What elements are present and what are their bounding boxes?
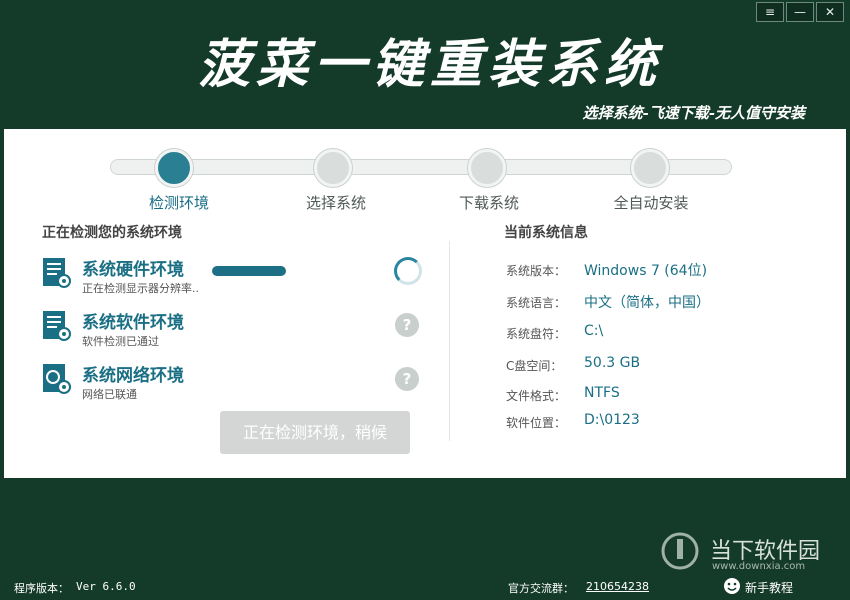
close-button[interactable]: ✕ [816, 2, 844, 22]
system-info-title: 当前系统信息 [504, 225, 588, 241]
env-name-hardware: 系统硬件环境 [82, 260, 184, 280]
step-dot-download [468, 149, 506, 187]
tutorial-link[interactable]: 新手教程 [745, 579, 793, 596]
smiley-icon [724, 578, 740, 594]
env-status-network: 网络已联通 [82, 388, 137, 401]
info-value-version: Windows 7 (64位) [584, 263, 708, 279]
info-label-drive: 系统盘符： [506, 327, 567, 341]
software-unknown-icon: ? [395, 313, 419, 337]
section-divider [449, 241, 450, 441]
version-value: Ver 6.6.0 [76, 580, 136, 593]
info-label-language: 系统语言： [506, 296, 567, 310]
step-label-download: 下载系统 [458, 194, 519, 212]
menu-button[interactable]: ≡ [756, 2, 784, 22]
slogan: 选择系统-飞速下载-无人值守安装 [582, 104, 805, 122]
step-dot-detect [155, 149, 193, 187]
step-dot-install [631, 149, 669, 187]
step-label-install: 全自动安装 [613, 194, 689, 212]
info-label-location: 软件位置： [506, 416, 567, 430]
info-value-language: 中文（简体，中国） [584, 295, 710, 311]
info-label-version: 系统版本： [506, 264, 567, 278]
env-name-network: 系统网络环境 [82, 366, 184, 386]
env-item-network: 系统网络环境 网络已联通 [42, 361, 422, 409]
watermark-url: www.downxia.com [712, 561, 806, 572]
info-value-filesystem: NTFS [584, 385, 620, 401]
env-status-hardware: 正在检测显示器分辨率.. [82, 282, 199, 295]
version-label: 程序版本： [14, 582, 69, 595]
app-title: 菠菜一键重装系统 [197, 34, 662, 95]
network-unknown-icon: ? [395, 367, 419, 391]
env-status-software: 软件检测已通过 [82, 335, 159, 348]
group-number-link[interactable]: 210654238 [586, 580, 649, 593]
network-check-icon [43, 364, 71, 394]
step-label-select: 选择系统 [305, 194, 366, 212]
minimize-button[interactable]: — [786, 2, 814, 22]
info-label-space: C盘空间： [506, 359, 563, 373]
info-value-space: 50.3 GB [584, 355, 641, 371]
step-label-detect: 检测环境 [148, 194, 209, 212]
info-value-drive: C:\ [584, 323, 604, 339]
step-dot-select [314, 149, 352, 187]
loading-spinner-icon [394, 257, 422, 285]
detecting-wait-button[interactable]: 正在检测环境，稍候 [220, 411, 410, 454]
watermark: 当下软件园 www.downxia.com [660, 531, 830, 573]
detect-section-title: 正在检测您的系统环境 [42, 225, 182, 241]
watermark-logo-icon [661, 532, 699, 570]
info-label-filesystem: 文件格式： [506, 389, 567, 403]
group-label: 官方交流群： [508, 582, 574, 595]
hardware-progress-bar [212, 266, 286, 276]
env-item-hardware: 系统硬件环境 正在检测显示器分辨率.. [42, 255, 422, 303]
env-item-software: 系统软件环境 软件检测已通过 [42, 308, 422, 356]
info-value-location: D:\0123 [584, 412, 640, 428]
software-check-icon [43, 311, 71, 341]
env-name-software: 系统软件环境 [82, 313, 184, 333]
main-panel: 检测环境 选择系统 下载系统 全自动安装 正在检测您的系统环境 系统硬件环境 正… [4, 129, 846, 478]
hardware-check-icon [43, 258, 71, 288]
